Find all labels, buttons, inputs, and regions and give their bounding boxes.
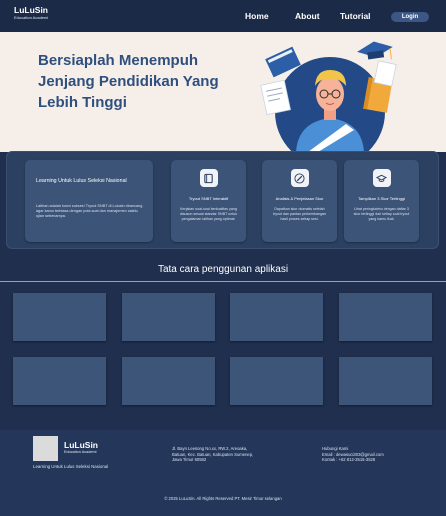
- guide-title: Tata cara penggunan aplikasi: [157, 264, 289, 275]
- footer-phone[interactable]: Kontak : +62 812-3515-3528: [322, 457, 432, 463]
- guide-step-card[interactable]: [339, 293, 432, 341]
- feature-main-desc: Latihan adalah kunci sukses! Tryout SNBT…: [36, 204, 143, 218]
- footer-copyright: © 2025 LuLuSin. All Rights Reserved PT. …: [164, 496, 282, 501]
- feature-tryout-title: Tryout SNBT Interaktif: [188, 196, 229, 201]
- guide-step-card[interactable]: [13, 357, 106, 405]
- graduation-cap-icon: [372, 169, 391, 187]
- feature-scores-title: Tampilkan 3 Skor Tertinggi: [358, 196, 405, 201]
- guide-divider: [0, 281, 446, 282]
- book-icon: [199, 169, 218, 187]
- nav-about-link[interactable]: About: [295, 11, 320, 21]
- nav-home-link[interactable]: Home: [245, 11, 269, 21]
- brand-logo[interactable]: LuLuSin Education Academi: [14, 6, 48, 20]
- brand-subtitle: Education Academi: [14, 14, 49, 20]
- brand-name: LuLuSin: [14, 5, 48, 15]
- student-illustration: [260, 41, 397, 152]
- navbar: LuLuSin Education Academi Home About Tut…: [0, 0, 446, 32]
- feature-card-scores[interactable]: Tampilkan 3 Skor Tertinggi Lihat peringk…: [344, 160, 419, 242]
- feature-tryout-desc: Kerjakan soal-soal berkualitas yang disu…: [179, 207, 238, 221]
- feature-card-main: Learning Untuk Lulus Seleksi Nasional La…: [25, 160, 153, 242]
- hero-section: Bersiaplah Menempuh Jenjang Pendidikan Y…: [0, 32, 446, 152]
- footer-logo-placeholder: [33, 436, 58, 461]
- footer-brand-name: LuLuSin: [64, 440, 98, 450]
- pencil-icon: [290, 169, 309, 187]
- nav-tutorial-link[interactable]: Tutorial: [340, 11, 371, 21]
- guide-step-card[interactable]: [339, 357, 432, 405]
- guide-step-card[interactable]: [122, 357, 215, 405]
- footer-address: Jl. Bayn Leesong No.xx, RW.2, Areoaka, B…: [172, 446, 254, 462]
- footer: LuLuSin Education Academi Learning Untuk…: [0, 430, 446, 516]
- features-panel: Learning Untuk Lulus Seleksi Nasional La…: [6, 151, 439, 249]
- login-button[interactable]: Login: [391, 12, 429, 22]
- guide-step-card[interactable]: [230, 357, 323, 405]
- hero-title: Bersiaplah Menempuh Jenjang Pendidikan Y…: [38, 52, 219, 111]
- footer-brand-subtitle: Education Academi: [64, 450, 97, 454]
- feature-analysis-title: Analisis & Penjelasan Skor: [275, 196, 324, 201]
- feature-card-analysis[interactable]: Analisis & Penjelasan Skor Dapatkan skor…: [262, 160, 337, 242]
- footer-tagline: Learning Untuk Lulus Seleksi Nasional: [33, 464, 109, 469]
- feature-main-title: Learning Untuk Lulus Seleksi Nasional: [36, 178, 127, 184]
- feature-scores-desc: Lihat peringkatmu dengan daftar 3 skor t…: [353, 207, 410, 221]
- guide-step-card[interactable]: [122, 293, 215, 341]
- guide-step-card[interactable]: [13, 293, 106, 341]
- footer-contact: Hubungi Kami Email : dewasuci303@gmail.c…: [322, 446, 432, 463]
- feature-card-tryout[interactable]: Tryout SNBT Interaktif Kerjakan soal-soa…: [171, 160, 246, 242]
- feature-analysis-desc: Dapatkan skor otomatis setelah tryout da…: [273, 207, 326, 221]
- guide-step-card[interactable]: [230, 293, 323, 341]
- guide-section: Tata cara penggunan aplikasi: [0, 258, 446, 424]
